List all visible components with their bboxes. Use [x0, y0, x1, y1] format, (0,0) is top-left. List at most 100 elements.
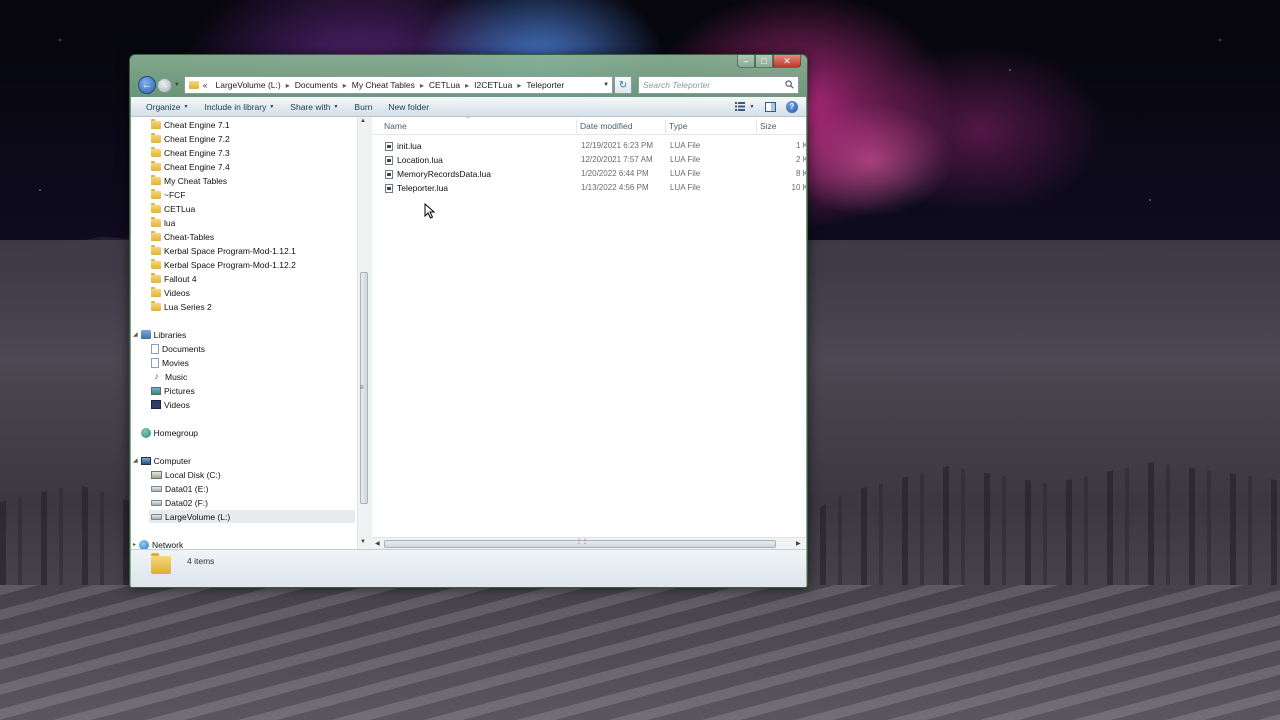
tree-item-lua-series-2[interactable]: Lua Series 2 [151, 300, 212, 313]
recent-pages-button[interactable]: ▼ [172, 82, 182, 88]
tree-item-libraries[interactable]: ◢ Libraries [133, 328, 186, 341]
file-row[interactable]: Teleporter.lua 1/13/2022 4:56 PM LUA Fil… [372, 181, 806, 195]
tree-item-label: Kerbal Space Program-Mod-1.12.2 [164, 259, 296, 270]
tree-item-computer[interactable]: ◢ Computer [133, 454, 191, 467]
tree-item-drive-e[interactable]: Data01 (E:) [151, 482, 208, 495]
tree-item-library-videos[interactable]: Videos [151, 398, 190, 411]
navigation-scrollbar[interactable]: ▲ ≡ ▼ [357, 117, 369, 549]
new-folder-button[interactable]: New folder [380, 102, 437, 112]
column-divider[interactable] [665, 119, 666, 133]
tree-item-library-movies[interactable]: Movies [151, 356, 189, 369]
include-in-library-menu[interactable]: Include in library ▼ [196, 102, 282, 112]
column-name[interactable]: Name [384, 121, 407, 131]
scroll-up-icon[interactable]: ▲ [360, 118, 366, 124]
tree-item-ksp-mod-1-12-1[interactable]: Kerbal Space Program-Mod-1.12.1 [151, 244, 296, 257]
folder-icon [151, 118, 161, 129]
new-folder-label: New folder [388, 101, 430, 112]
tree-item-ksp-mod-1-12-2[interactable]: Kerbal Space Program-Mod-1.12.2 [151, 258, 296, 271]
chevron-down-icon[interactable]: ◢ [133, 457, 138, 464]
tree-item-label: Fallout 4 [164, 273, 197, 284]
organize-menu[interactable]: Organize ▼ [131, 102, 196, 112]
tree-item-drive-c[interactable]: Local Disk (C:) [151, 468, 221, 481]
tree-item-fcf[interactable]: ~FCF [151, 188, 186, 201]
tree-item-homegroup[interactable]: ◢ Homegroup [133, 426, 198, 439]
grip-icon: ≡ [360, 385, 364, 391]
breadcrumb-largevolume[interactable]: LargeVolume (L:) [216, 80, 281, 90]
explorer-window[interactable]: – □ ✕ ← → ▼ « LargeVolume (L:) ▸ Documen… [129, 54, 808, 588]
tree-item-label: Lua Series 2 [164, 301, 212, 312]
tree-item-cetlua[interactable]: CETLua [151, 202, 195, 215]
details-pane: 4 items [131, 549, 806, 587]
view-options-button[interactable]: ▼ [748, 100, 756, 114]
breadcrumb-teleporter[interactable]: Teleporter [526, 80, 564, 90]
tree-item-drive-l[interactable]: LargeVolume (L:) [149, 510, 355, 523]
tree-item-my-cheat-tables[interactable]: My Cheat Tables [151, 174, 227, 187]
minimize-button[interactable]: – [737, 55, 755, 68]
column-size[interactable]: Size [760, 121, 777, 131]
tree-item-library-pictures[interactable]: Pictures [151, 384, 195, 397]
folder-icon [151, 216, 161, 227]
breadcrumb-separator-icon[interactable]: ▸ [286, 81, 290, 90]
file-date: 1/20/2022 6:44 PM [581, 169, 649, 178]
tree-item-cheat-engine-7-1[interactable]: Cheat Engine 7.1 [151, 118, 230, 131]
preview-pane-button[interactable] [762, 100, 778, 114]
address-overflow[interactable]: « [203, 80, 208, 90]
tree-item-network[interactable]: ▸ Network [133, 538, 183, 549]
breadcrumb-i2cetlua[interactable]: I2CETLua [474, 80, 512, 90]
scroll-left-icon[interactable]: ◀ [375, 540, 380, 547]
chevron-right-icon[interactable]: ▸ [133, 541, 136, 548]
chevron-down-icon: ▼ [603, 82, 610, 88]
forward-button[interactable]: → [156, 77, 172, 93]
breadcrumb-separator-icon[interactable]: ▸ [343, 81, 347, 90]
file-date: 1/13/2022 4:56 PM [581, 183, 649, 192]
back-button[interactable]: ← [138, 76, 156, 94]
scroll-right-icon[interactable]: ▶ [796, 540, 801, 547]
tree-item-label: LargeVolume (L:) [165, 511, 231, 522]
search-icon[interactable] [785, 80, 794, 89]
column-date-modified[interactable]: Date modified [580, 121, 632, 131]
column-type[interactable]: Type [669, 121, 687, 131]
tree-item-label: Cheat Engine 7.1 [164, 119, 230, 130]
file-row[interactable]: Location.lua 12/20/2021 7:57 AM LUA File… [372, 153, 806, 167]
tree-item-lua[interactable]: lua [151, 216, 175, 229]
refresh-button[interactable]: ↻ [614, 76, 632, 94]
file-list-pane: Name ⌃ Date modified Type Size init.lua … [372, 117, 806, 549]
maximize-button[interactable]: □ [755, 55, 773, 68]
address-bar[interactable]: « LargeVolume (L:) ▸ Documents ▸ My Chea… [183, 76, 614, 94]
file-row[interactable]: init.lua 12/19/2021 6:23 PM LUA File 1 K [372, 139, 806, 153]
grip-icon: ⋮⋮ [576, 539, 588, 545]
tree-item-cheat-engine-7-4[interactable]: Cheat Engine 7.4 [151, 160, 230, 173]
address-dropdown-button[interactable]: ▼ [600, 77, 612, 93]
homegroup-icon [140, 427, 151, 438]
file-row[interactable]: MemoryRecordsData.lua 1/20/2022 6:44 PM … [372, 167, 806, 181]
column-divider[interactable] [756, 119, 757, 133]
chevron-down-icon[interactable]: ◢ [133, 331, 138, 338]
search-input[interactable]: Search Teleporter [637, 76, 800, 94]
scroll-down-icon[interactable]: ▼ [360, 539, 366, 545]
breadcrumb-cetlua[interactable]: CETLua [429, 80, 460, 90]
file-type: LUA File [670, 169, 701, 178]
breadcrumb-separator-icon[interactable]: ▸ [517, 81, 521, 90]
tree-item-library-documents[interactable]: Documents [151, 342, 205, 355]
change-view-button[interactable] [732, 100, 748, 114]
share-with-menu[interactable]: Share with ▼ [282, 102, 346, 112]
burn-button[interactable]: Burn [346, 102, 380, 112]
tree-item-label: Local Disk (C:) [165, 469, 221, 480]
breadcrumb-separator-icon[interactable]: ▸ [465, 81, 469, 90]
tree-item-cheat-engine-7-3[interactable]: Cheat Engine 7.3 [151, 146, 230, 159]
breadcrumb-separator-icon[interactable]: ▸ [420, 81, 424, 90]
tree-item-drive-f[interactable]: Data02 (F:) [151, 496, 208, 509]
folder-icon [151, 553, 171, 574]
tree-item-fallout-4[interactable]: Fallout 4 [151, 272, 197, 285]
breadcrumb-documents[interactable]: Documents [295, 80, 338, 90]
tree-item-cheat-engine-7-2[interactable]: Cheat Engine 7.2 [151, 132, 230, 145]
file-name: Teleporter.lua [397, 183, 449, 193]
horizontal-scrollbar[interactable]: ◀ ⋮⋮ ▶ [372, 537, 806, 549]
column-divider[interactable] [576, 119, 577, 133]
close-button[interactable]: ✕ [773, 55, 801, 68]
tree-item-videos-folder[interactable]: Videos [151, 286, 190, 299]
help-button[interactable]: ? [784, 100, 800, 114]
tree-item-library-music[interactable]: ♪ Music [151, 370, 187, 383]
tree-item-cheat-tables[interactable]: Cheat-Tables [151, 230, 214, 243]
breadcrumb-my-cheat-tables[interactable]: My Cheat Tables [352, 80, 415, 90]
